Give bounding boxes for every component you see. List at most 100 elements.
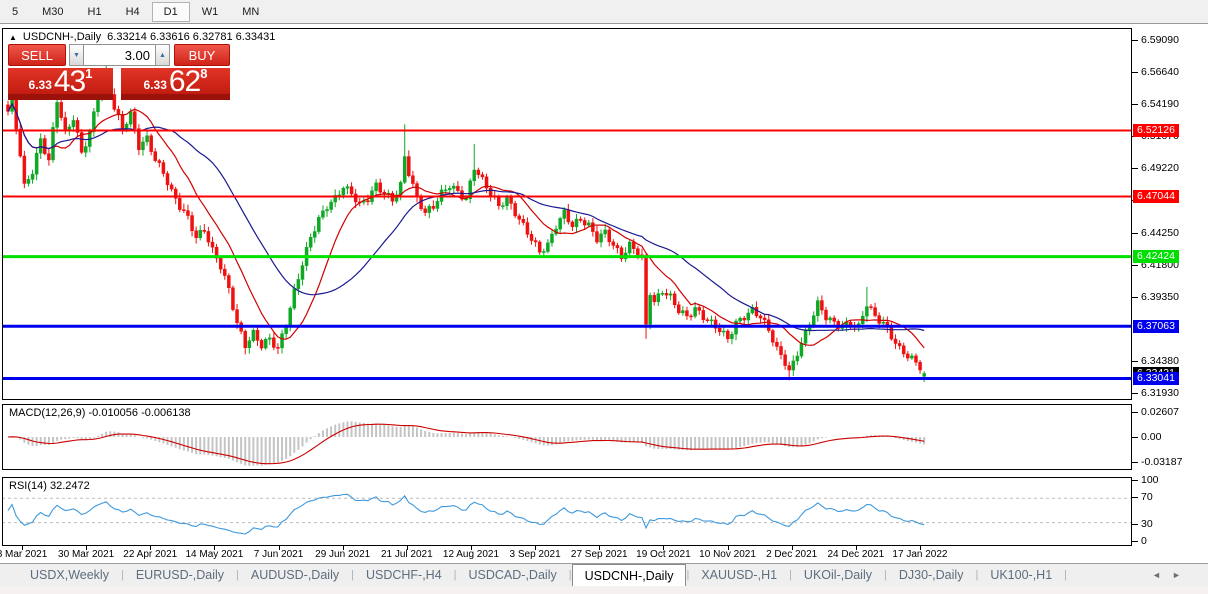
price-tick (1132, 168, 1138, 169)
price-tick-label: 6.31930 (1141, 387, 1179, 399)
sell-price-main: 43 (54, 69, 85, 94)
date-tick (663, 546, 664, 550)
chart-title: ▲ USDCNH-,Daily 6.33214 6.33616 6.32781 … (9, 31, 275, 43)
date-tick (22, 546, 23, 550)
price-tick-label: 6.44250 (1141, 227, 1179, 239)
date-label: 30 Mar 2021 (58, 549, 114, 560)
rsi-label: RSI(14) 32.2472 (9, 480, 90, 492)
price-tick-label: 6.49220 (1141, 162, 1179, 174)
spin-down-icon: ▼ (73, 52, 80, 59)
sell-price-box[interactable]: 6.33 43 1 (8, 68, 113, 100)
date-label: 14 May 2021 (185, 549, 243, 560)
price-tick-label: 6.34380 (1141, 355, 1179, 367)
date-label: 2 Dec 2021 (766, 549, 817, 560)
timeframe-button-m30[interactable]: M30 (30, 2, 75, 22)
date-tick (920, 546, 921, 550)
trading-terminal-window: 5M30H1H4D1W1MN 6.590906.566406.541906.51… (0, 0, 1208, 594)
date-label: 10 Nov 2021 (699, 549, 756, 560)
timeframe-button-d1[interactable]: D1 (152, 2, 190, 22)
date-label: 3 Sep 2021 (510, 549, 561, 560)
window-bottom-strip (0, 586, 1208, 594)
buy-price-prefix: 6.33 (144, 78, 167, 94)
chart-tab-audusd-daily[interactable]: AUDUSD-,Daily (239, 564, 351, 586)
date-tick (214, 546, 215, 550)
macd-name: MACD(12,26,9) (9, 407, 85, 419)
rsi-tick (1132, 524, 1138, 525)
tab-scroll-right-icon[interactable]: ► (1172, 570, 1181, 580)
date-label: 17 Jan 2022 (892, 549, 947, 560)
sell-button[interactable]: SELL (8, 44, 66, 66)
timeframe-button-w1[interactable]: W1 (190, 2, 231, 22)
price-tick (1132, 393, 1138, 394)
date-tick (792, 546, 793, 550)
sell-price-pip: 1 (85, 66, 92, 81)
date-label: 7 Jun 2021 (254, 549, 304, 560)
chart-tab-xauusd-h1[interactable]: XAUUSD-,H1 (689, 564, 789, 586)
candles-layer (7, 65, 926, 382)
level-price-label: 6.42424 (1133, 250, 1179, 263)
ohlc-values: 6.33214 6.33616 6.32781 6.33431 (107, 31, 275, 43)
price-tick (1132, 72, 1138, 73)
price-tick (1132, 136, 1138, 137)
price-tick-label: 6.41800 (1141, 259, 1179, 271)
buy-button[interactable]: BUY (174, 44, 230, 66)
chart-tab-usdcnh-daily[interactable]: USDCNH-,Daily (572, 564, 687, 586)
rsi-tick (1132, 541, 1138, 542)
date-tick (856, 546, 857, 550)
current-price-label: 6.33431 (1133, 367, 1179, 380)
chart-tab-usdx-weekly[interactable]: USDX,Weekly (18, 564, 121, 586)
date-tick (728, 546, 729, 550)
level-price-label: 6.33041 (1133, 372, 1179, 385)
timeframe-button-mn[interactable]: MN (230, 2, 271, 22)
buy-price-box[interactable]: 6.33 62 8 (121, 68, 230, 100)
price-tick (1132, 297, 1138, 298)
date-tick (86, 546, 87, 550)
chart-tab-ukoil-daily[interactable]: UKOil-,Daily (792, 564, 884, 586)
price-tick-label: 6.59090 (1141, 34, 1179, 46)
timeframe-toolbar: 5M30H1H4D1W1MN (0, 0, 1208, 24)
date-label: 29 Jun 2021 (315, 549, 370, 560)
timeframe-button-h4[interactable]: H4 (114, 2, 152, 22)
rsi-axis-label: 70 (1141, 491, 1153, 503)
spin-up-icon: ▲ (159, 52, 166, 59)
rsi-name: RSI(14) (9, 480, 47, 492)
date-label: 22 Apr 2021 (123, 549, 177, 560)
volume-input[interactable] (83, 44, 156, 66)
chart-tab-uk100-h1[interactable]: UK100-,H1 (978, 564, 1064, 586)
tab-scroll-left-icon[interactable]: ◄ (1152, 570, 1161, 580)
date-tick (599, 546, 600, 550)
macd-signal-line (8, 424, 924, 464)
collapse-icon[interactable]: ▲ (9, 32, 17, 43)
rsi-pane[interactable] (2, 477, 1132, 546)
volume-decrease-button[interactable]: ▼ (69, 44, 84, 66)
date-tick (343, 546, 344, 550)
date-label: 21 Jul 2021 (381, 549, 433, 560)
timeframe-button-5[interactable]: 5 (0, 2, 30, 22)
chart-tab-dj30-daily[interactable]: DJ30-,Daily (887, 564, 976, 586)
buy-price-pip: 8 (200, 66, 207, 81)
tab-separator: | (1064, 564, 1067, 586)
price-tick-label: 6.51670 (1141, 130, 1179, 142)
price-tick-label: 6.46770 (1141, 194, 1179, 206)
level-price-label: 6.47044 (1133, 190, 1179, 203)
sell-price-prefix: 6.33 (29, 78, 52, 94)
price-tick-label: 6.56640 (1141, 66, 1179, 78)
chart-tab-eurusd-daily[interactable]: EURUSD-,Daily (124, 564, 236, 586)
level-price-label: 6.37063 (1133, 320, 1179, 333)
one-click-trading-panel: SELL ▼ ▲ BUY 6.33 43 1 6.33 62 8 (8, 44, 230, 100)
date-label: 12 Aug 2021 (443, 549, 499, 560)
date-label: 8 Mar 2021 (0, 549, 47, 560)
chart-tab-usdcad-daily[interactable]: USDCAD-,Daily (457, 564, 569, 586)
price-tick-label: 6.39350 (1141, 291, 1179, 303)
rsi-line (8, 494, 924, 534)
date-label: 19 Oct 2021 (636, 549, 690, 560)
rsi-axis-label: 0 (1141, 535, 1147, 547)
rsi-current-value: 32.2472 (50, 480, 90, 492)
symbol-title: USDCNH-,Daily (23, 31, 101, 43)
timeframe-button-h1[interactable]: H1 (76, 2, 114, 22)
date-tick (150, 546, 151, 550)
rsi-axis-label: 100 (1141, 474, 1159, 486)
chart-tab-usdchf-h4[interactable]: USDCHF-,H4 (354, 564, 454, 586)
date-tick (471, 546, 472, 550)
volume-increase-button[interactable]: ▲ (155, 44, 170, 66)
